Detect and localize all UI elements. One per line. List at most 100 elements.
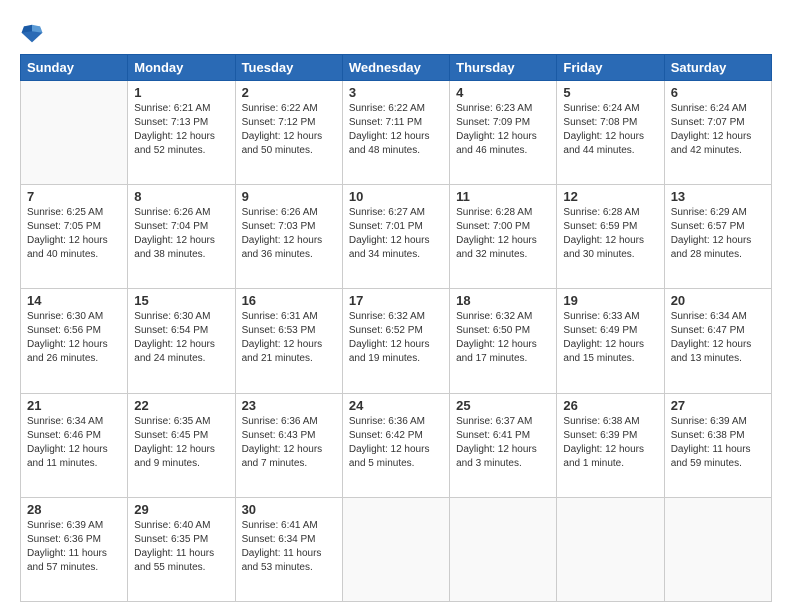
calendar-cell: 28Sunrise: 6:39 AM Sunset: 6:36 PM Dayli… <box>21 497 128 601</box>
logo-icon <box>20 20 44 44</box>
day-info: Sunrise: 6:41 AM Sunset: 6:34 PM Dayligh… <box>242 519 336 575</box>
day-number: 15 <box>134 293 228 308</box>
day-number: 22 <box>134 398 228 413</box>
calendar-cell <box>21 81 128 185</box>
col-header-saturday: Saturday <box>664 55 771 81</box>
day-number: 21 <box>27 398 121 413</box>
calendar-cell: 27Sunrise: 6:39 AM Sunset: 6:38 PM Dayli… <box>664 393 771 497</box>
calendar-cell: 22 Sunrise: 6:35 AM Sunset: 6:45 PM Dayli… <box>128 393 235 497</box>
day-info: Sunrise: 6:25 AM Sunset: 7:05 PM Dayligh… <box>27 206 121 262</box>
calendar-cell: 5Sunrise: 6:24 AM Sunset: 7:08 PM Daylig… <box>557 81 664 185</box>
day-info: Sunrise: 6:22 AM Sunset: 7:12 PM Dayligh… <box>242 102 336 158</box>
day-info: Sunrise: 6:28 AM Sunset: 6:59 PM Dayligh… <box>563 206 657 262</box>
day-number: 11 <box>456 189 550 204</box>
week-row-4: 21 Sunrise: 6:34 AM Sunset: 6:46 PM Dayli… <box>21 393 772 497</box>
day-number: 27 <box>671 398 765 413</box>
calendar-cell: 17 Sunrise: 6:32 AM Sunset: 6:52 PM Dayli… <box>342 289 449 393</box>
calendar-cell <box>450 497 557 601</box>
day-info: Sunrise: 6:24 AM Sunset: 7:07 PM Dayligh… <box>671 102 765 158</box>
day-number: 17 <box>349 293 443 308</box>
calendar-cell: 21 Sunrise: 6:34 AM Sunset: 6:46 PM Dayli… <box>21 393 128 497</box>
calendar-cell: 12 Sunrise: 6:28 AM Sunset: 6:59 PM Dayli… <box>557 185 664 289</box>
day-number: 4 <box>456 85 550 100</box>
day-number: 6 <box>671 85 765 100</box>
col-header-monday: Monday <box>128 55 235 81</box>
day-number: 28 <box>27 502 121 517</box>
day-info: Sunrise: 6:22 AM Sunset: 7:11 PM Dayligh… <box>349 102 443 158</box>
day-info: Sunrise: 6:21 AM Sunset: 7:13 PM Dayligh… <box>134 102 228 158</box>
calendar-cell: 1 Sunrise: 6:21 AM Sunset: 7:13 PM Daylig… <box>128 81 235 185</box>
calendar-cell: 15Sunrise: 6:30 AM Sunset: 6:54 PM Dayli… <box>128 289 235 393</box>
calendar-cell: 23 Sunrise: 6:36 AM Sunset: 6:43 PM Dayli… <box>235 393 342 497</box>
calendar-cell: 4Sunrise: 6:23 AM Sunset: 7:09 PM Daylig… <box>450 81 557 185</box>
calendar-cell: 11 Sunrise: 6:28 AM Sunset: 7:00 PM Dayli… <box>450 185 557 289</box>
calendar-cell: 18Sunrise: 6:32 AM Sunset: 6:50 PM Dayli… <box>450 289 557 393</box>
logo <box>20 18 47 44</box>
week-row-2: 7 Sunrise: 6:25 AM Sunset: 7:05 PM Daylig… <box>21 185 772 289</box>
day-info: Sunrise: 6:36 AM Sunset: 6:42 PM Dayligh… <box>349 415 443 471</box>
day-number: 26 <box>563 398 657 413</box>
calendar-cell: 8Sunrise: 6:26 AM Sunset: 7:04 PM Daylig… <box>128 185 235 289</box>
day-info: Sunrise: 6:36 AM Sunset: 6:43 PM Dayligh… <box>242 415 336 471</box>
week-row-5: 28Sunrise: 6:39 AM Sunset: 6:36 PM Dayli… <box>21 497 772 601</box>
day-info: Sunrise: 6:34 AM Sunset: 6:47 PM Dayligh… <box>671 310 765 366</box>
day-number: 3 <box>349 85 443 100</box>
day-number: 29 <box>134 502 228 517</box>
day-info: Sunrise: 6:33 AM Sunset: 6:49 PM Dayligh… <box>563 310 657 366</box>
day-number: 7 <box>27 189 121 204</box>
day-info: Sunrise: 6:32 AM Sunset: 6:50 PM Dayligh… <box>456 310 550 366</box>
col-header-friday: Friday <box>557 55 664 81</box>
header <box>20 18 772 44</box>
calendar-cell: 24 Sunrise: 6:36 AM Sunset: 6:42 PM Dayli… <box>342 393 449 497</box>
day-info: Sunrise: 6:26 AM Sunset: 7:03 PM Dayligh… <box>242 206 336 262</box>
day-info: Sunrise: 6:34 AM Sunset: 6:46 PM Dayligh… <box>27 415 121 471</box>
calendar-cell: 29 Sunrise: 6:40 AM Sunset: 6:35 PM Dayli… <box>128 497 235 601</box>
day-number: 1 <box>134 85 228 100</box>
calendar-cell: 3 Sunrise: 6:22 AM Sunset: 7:11 PM Daylig… <box>342 81 449 185</box>
day-number: 13 <box>671 189 765 204</box>
calendar-cell <box>664 497 771 601</box>
calendar-cell: 6 Sunrise: 6:24 AM Sunset: 7:07 PM Daylig… <box>664 81 771 185</box>
calendar-cell: 13 Sunrise: 6:29 AM Sunset: 6:57 PM Dayli… <box>664 185 771 289</box>
calendar-table: SundayMondayTuesdayWednesdayThursdayFrid… <box>20 54 772 602</box>
page: SundayMondayTuesdayWednesdayThursdayFrid… <box>0 0 792 612</box>
day-number: 20 <box>671 293 765 308</box>
day-number: 14 <box>27 293 121 308</box>
header-row: SundayMondayTuesdayWednesdayThursdayFrid… <box>21 55 772 81</box>
day-number: 24 <box>349 398 443 413</box>
day-number: 2 <box>242 85 336 100</box>
calendar-cell: 16 Sunrise: 6:31 AM Sunset: 6:53 PM Dayli… <box>235 289 342 393</box>
day-info: Sunrise: 6:28 AM Sunset: 7:00 PM Dayligh… <box>456 206 550 262</box>
day-info: Sunrise: 6:27 AM Sunset: 7:01 PM Dayligh… <box>349 206 443 262</box>
calendar-cell: 2 Sunrise: 6:22 AM Sunset: 7:12 PM Daylig… <box>235 81 342 185</box>
day-info: Sunrise: 6:37 AM Sunset: 6:41 PM Dayligh… <box>456 415 550 471</box>
day-number: 19 <box>563 293 657 308</box>
col-header-sunday: Sunday <box>21 55 128 81</box>
day-info: Sunrise: 6:35 AM Sunset: 6:45 PM Dayligh… <box>134 415 228 471</box>
day-number: 9 <box>242 189 336 204</box>
calendar-cell: 14 Sunrise: 6:30 AM Sunset: 6:56 PM Dayli… <box>21 289 128 393</box>
calendar-cell: 26 Sunrise: 6:38 AM Sunset: 6:39 PM Dayli… <box>557 393 664 497</box>
day-info: Sunrise: 6:38 AM Sunset: 6:39 PM Dayligh… <box>563 415 657 471</box>
day-info: Sunrise: 6:29 AM Sunset: 6:57 PM Dayligh… <box>671 206 765 262</box>
calendar-cell: 10 Sunrise: 6:27 AM Sunset: 7:01 PM Dayli… <box>342 185 449 289</box>
calendar-cell: 30 Sunrise: 6:41 AM Sunset: 6:34 PM Dayli… <box>235 497 342 601</box>
day-number: 30 <box>242 502 336 517</box>
week-row-3: 14 Sunrise: 6:30 AM Sunset: 6:56 PM Dayli… <box>21 289 772 393</box>
day-info: Sunrise: 6:32 AM Sunset: 6:52 PM Dayligh… <box>349 310 443 366</box>
day-info: Sunrise: 6:40 AM Sunset: 6:35 PM Dayligh… <box>134 519 228 575</box>
day-number: 10 <box>349 189 443 204</box>
day-info: Sunrise: 6:31 AM Sunset: 6:53 PM Dayligh… <box>242 310 336 366</box>
calendar-cell: 19 Sunrise: 6:33 AM Sunset: 6:49 PM Dayli… <box>557 289 664 393</box>
day-number: 23 <box>242 398 336 413</box>
col-header-tuesday: Tuesday <box>235 55 342 81</box>
day-info: Sunrise: 6:30 AM Sunset: 6:56 PM Dayligh… <box>27 310 121 366</box>
week-row-1: 1 Sunrise: 6:21 AM Sunset: 7:13 PM Daylig… <box>21 81 772 185</box>
day-number: 16 <box>242 293 336 308</box>
day-number: 12 <box>563 189 657 204</box>
calendar-cell: 25Sunrise: 6:37 AM Sunset: 6:41 PM Dayli… <box>450 393 557 497</box>
calendar-cell: 7 Sunrise: 6:25 AM Sunset: 7:05 PM Daylig… <box>21 185 128 289</box>
col-header-wednesday: Wednesday <box>342 55 449 81</box>
calendar-cell <box>342 497 449 601</box>
day-info: Sunrise: 6:26 AM Sunset: 7:04 PM Dayligh… <box>134 206 228 262</box>
